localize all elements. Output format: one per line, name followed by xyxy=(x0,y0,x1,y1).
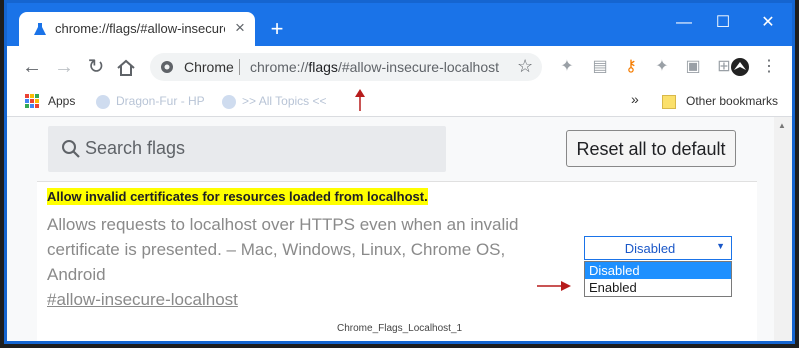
folder-icon xyxy=(662,94,676,109)
url-text[interactable]: chrome://flags/#allow-insecure-localhost xyxy=(250,59,499,75)
hp-icon xyxy=(96,94,110,109)
scrollbar[interactable]: ▲ xyxy=(774,117,792,341)
address-bar[interactable]: Chrome chrome://flags/#allow-insecure-lo… xyxy=(150,53,542,81)
profile-avatar-icon[interactable] xyxy=(730,56,750,78)
flag-description: Allows requests to localhost over HTTPS … xyxy=(47,215,519,284)
search-placeholder: Search flags xyxy=(85,138,186,158)
annotation-arrow-up-icon xyxy=(355,89,365,111)
flags-page: Search flags Reset all to default Allow … xyxy=(7,117,774,341)
option-enabled[interactable]: Enabled xyxy=(585,279,731,296)
flag-state-dropdown: Disabled Enabled xyxy=(584,261,732,297)
flag-permalink[interactable]: #allow-insecure-localhost xyxy=(47,290,238,310)
scroll-up-icon[interactable]: ▲ xyxy=(778,121,786,130)
tab-close-icon[interactable]: × xyxy=(231,19,249,37)
omnibox-separator xyxy=(239,59,240,75)
other-bookmarks[interactable]: Other bookmarks xyxy=(662,94,778,109)
bookmarks-overflow-icon[interactable]: » xyxy=(631,91,639,107)
flag-state-select[interactable]: Disabled ▼ xyxy=(584,236,732,260)
flag-card: Allow invalid certificates for resources… xyxy=(37,182,757,341)
search-icon xyxy=(62,140,80,158)
bookmark-star-icon[interactable]: ☆ xyxy=(517,56,533,77)
extension-puzzle-icon[interactable]: ✦ xyxy=(557,57,577,77)
toolbar: ← → ↻ Chrome chrome://flags/#allow-insec… xyxy=(7,46,792,88)
close-window-button[interactable]: ✕ xyxy=(756,13,780,33)
extension-key-icon[interactable]: ⚷ xyxy=(621,57,641,77)
bookmark-item[interactable]: >> All Topics << xyxy=(222,94,327,109)
new-tab-button[interactable]: + xyxy=(265,18,289,40)
menu-kebab-icon[interactable]: ⋮ xyxy=(759,57,779,77)
reset-all-button[interactable]: Reset all to default xyxy=(566,130,736,167)
back-icon[interactable]: ← xyxy=(21,56,43,78)
browser-window: chrome://flags/#allow-insecure-l × + — ☐… xyxy=(4,0,795,344)
apps-grid-icon xyxy=(25,94,39,108)
reload-icon[interactable]: ↻ xyxy=(85,56,107,78)
apps-link[interactable]: Apps xyxy=(48,94,75,108)
extension-pdf-icon[interactable]: ▤ xyxy=(590,57,610,77)
flag-title: Allow invalid certificates for resources… xyxy=(47,188,428,205)
bookmark-item[interactable]: Dragon-Fur - HP xyxy=(96,94,205,109)
title-bar: chrome://flags/#allow-insecure-l × + — ☐… xyxy=(7,3,792,46)
extension-tools-icon[interactable]: ✦ xyxy=(652,57,672,77)
option-disabled[interactable]: Disabled xyxy=(585,262,731,279)
site-label: Chrome xyxy=(184,59,234,75)
bookmarks-bar: Apps Dragon-Fur - HP >> All Topics << » … xyxy=(7,88,792,117)
chevron-down-icon: ▼ xyxy=(716,241,725,251)
home-icon[interactable] xyxy=(115,57,137,79)
chrome-icon xyxy=(161,61,173,73)
minimize-button[interactable]: — xyxy=(672,13,696,33)
hp-icon xyxy=(222,94,236,109)
maximize-button[interactable]: ☐ xyxy=(711,13,735,33)
search-flags-input[interactable]: Search flags xyxy=(48,126,446,172)
image-caption: Chrome_Flags_Localhost_1 xyxy=(337,323,463,334)
flask-icon xyxy=(34,23,46,35)
annotation-arrow-right-icon xyxy=(537,281,571,291)
extension-clipboard-icon[interactable]: ▣ xyxy=(683,57,703,77)
select-value: Disabled xyxy=(624,241,676,256)
tab-title: chrome://flags/#allow-insecure-l xyxy=(55,21,225,36)
forward-icon[interactable]: → xyxy=(53,56,75,78)
browser-tab[interactable]: chrome://flags/#allow-insecure-l × xyxy=(19,12,255,46)
